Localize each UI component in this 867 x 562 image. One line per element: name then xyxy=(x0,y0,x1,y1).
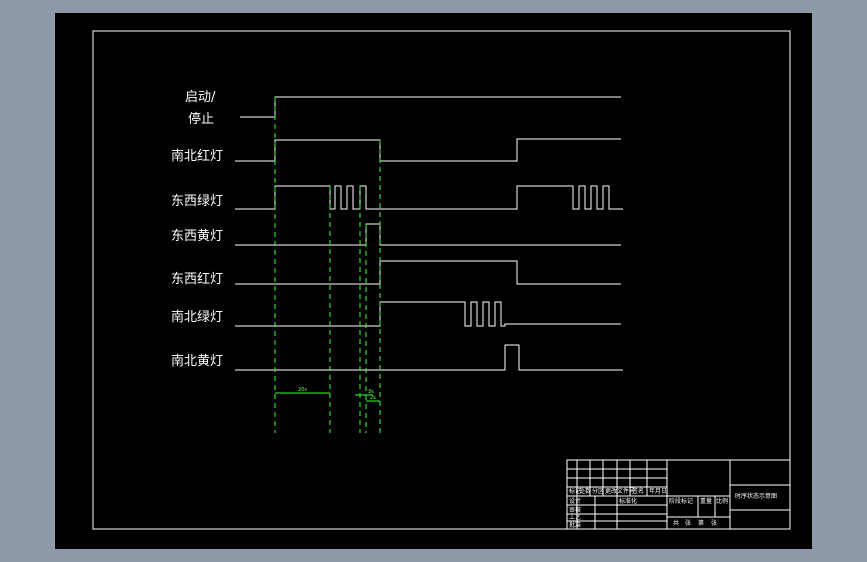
label-ew-red: 东西红灯 xyxy=(171,271,223,287)
tb-cell-6: 设计 xyxy=(569,497,581,505)
label-ns-green: 南北绿灯 xyxy=(171,309,223,325)
wave-ew-yellow xyxy=(235,223,621,246)
tb-cell-11: 阶段标记 xyxy=(669,497,693,505)
wave-ns-red xyxy=(235,138,621,162)
tb-cell-15: 张 xyxy=(685,519,691,527)
wave-start-stop xyxy=(240,96,621,118)
tb-cell-10: 批准 xyxy=(569,521,581,529)
label-ew-yellow: 东西黄灯 xyxy=(171,229,223,244)
tb-cell-12: 重量 xyxy=(700,497,712,505)
tb-cell-9: 工艺 xyxy=(569,513,581,521)
label-start-stop-2: 停止 xyxy=(188,111,214,127)
time-guides xyxy=(274,97,381,433)
tb-cell-3: 更改文件号 xyxy=(605,487,635,495)
title-block-text: 标记 处数 分区 更改文件号 签名 年月日 设计 标准化 审核 工艺 批准 阶段… xyxy=(569,487,777,529)
tb-cell-1: 处数 xyxy=(579,487,591,495)
tb-cell-13: 比例 xyxy=(716,497,728,505)
wave-ns-green xyxy=(235,301,621,327)
tb-cell-5: 年月日 xyxy=(649,487,667,495)
tb-cell-14: 共 xyxy=(673,519,679,527)
tb-cell-17: 张 xyxy=(711,519,717,527)
wave-ew-red xyxy=(235,260,621,285)
dim-label-20s: 20s xyxy=(298,387,307,393)
wave-ew-green xyxy=(235,185,623,210)
label-ew-green: 东西绿灯 xyxy=(171,194,223,209)
dim-label-2s: 2s xyxy=(370,395,376,401)
drawing-title: 时序状态示意图 xyxy=(735,492,777,500)
label-start-stop-1: 启动/ xyxy=(185,90,216,105)
tb-cell-2: 分区 xyxy=(592,487,604,495)
tb-cell-8: 审核 xyxy=(569,506,581,514)
drawing-sheet: 启动/ 停止 南北红灯 东西绿灯 东西黄灯 东西红灯 南北绿灯 南北黄灯 20s… xyxy=(55,13,812,549)
tb-cell-4: 签名 xyxy=(632,487,644,495)
label-ns-red: 南北红灯 xyxy=(171,148,223,164)
label-ns-yellow: 南北黄灯 xyxy=(171,353,223,369)
wave-ns-yellow xyxy=(235,344,623,371)
tb-cell-16: 第 xyxy=(698,519,704,527)
tb-cell-7: 标准化 xyxy=(619,497,637,505)
timing-diagram: 启动/ 停止 南北红灯 东西绿灯 东西黄灯 东西红灯 南北绿灯 南北黄灯 20s… xyxy=(92,30,791,530)
